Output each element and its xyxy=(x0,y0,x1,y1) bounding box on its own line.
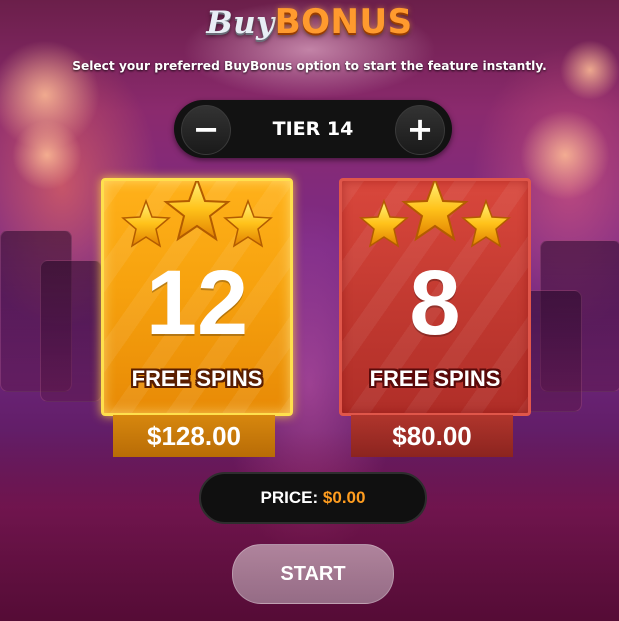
option-price-128[interactable]: $128.00 xyxy=(113,415,275,457)
option-price-80[interactable]: $80.00 xyxy=(351,415,513,457)
free-spins-count: 12 xyxy=(145,252,249,354)
total-price-display: PRICE: $0.00 xyxy=(199,472,427,524)
free-spins-label: FREE SPINS xyxy=(369,366,501,391)
instructions-text: Select your preferred BuyBonus option to… xyxy=(72,59,547,73)
title-buy-text: Buy xyxy=(206,5,275,41)
price-label: PRICE: xyxy=(260,488,319,507)
three-stars-icon xyxy=(359,181,511,248)
tier-increase-button[interactable]: + xyxy=(395,105,445,155)
tier-label: TIER 14 xyxy=(272,118,354,140)
bonus-option-card-12-spins[interactable]: 12 FREE SPINS xyxy=(101,178,293,416)
title-bonus-text: BONUS xyxy=(274,2,413,42)
three-stars-icon xyxy=(121,181,273,248)
price-value: $0.00 xyxy=(322,488,366,507)
start-button[interactable]: START xyxy=(232,544,394,604)
buy-bonus-title: BuyBONUS xyxy=(0,2,619,42)
free-spins-label: FREE SPINS xyxy=(131,366,263,391)
tier-selector: − TIER 14 + xyxy=(174,100,452,158)
tier-decrease-button[interactable]: − xyxy=(181,105,231,155)
free-spins-count: 8 xyxy=(409,252,461,354)
bonus-option-card-8-spins[interactable]: 8 FREE SPINS xyxy=(339,178,531,416)
